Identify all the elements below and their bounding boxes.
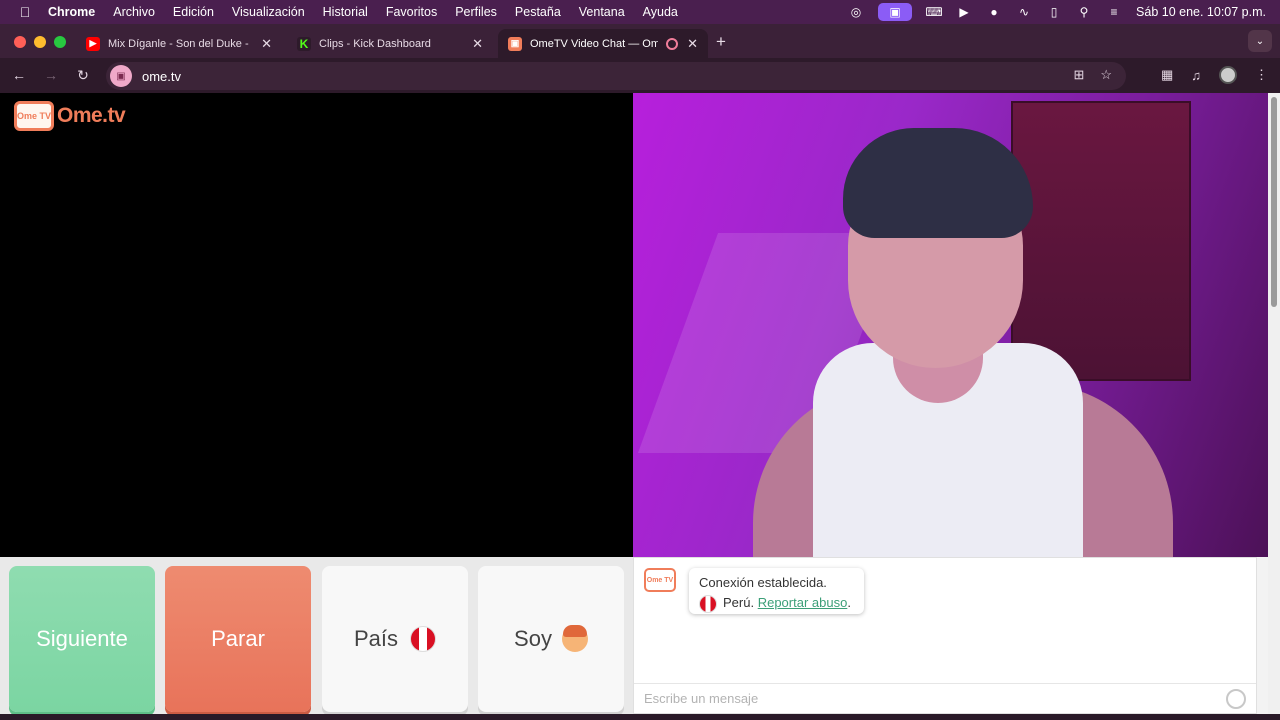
stop-button[interactable]: Parar xyxy=(165,566,311,712)
logo-text: Ome.tv xyxy=(57,104,126,127)
install-app-icon[interactable]: ⊞ xyxy=(1073,67,1084,83)
partner-country: Perú. xyxy=(723,595,755,610)
kick-icon: K xyxy=(297,36,311,51)
profile-avatar[interactable] xyxy=(1219,66,1237,84)
address-bar[interactable]: ▣ ome.tv ⊞ ☆ xyxy=(106,62,1126,90)
menu-app-chrome[interactable]: Chrome xyxy=(48,5,95,19)
gender-select-button[interactable]: Soy xyxy=(478,566,624,712)
menu-ventana[interactable]: Ventana xyxy=(579,5,625,19)
close-window-button[interactable] xyxy=(14,36,26,48)
system-message: Conexión establecida. Perú. Reportar abu… xyxy=(689,568,864,614)
close-tab-icon[interactable]: ✕ xyxy=(472,36,483,52)
tab-youtube-mix[interactable]: ▶ Mix Díganle - Son del Duke - ✕ xyxy=(76,29,282,58)
self-camera-video xyxy=(633,93,1268,557)
battery-icon[interactable]: ▯ xyxy=(1046,5,1062,19)
background-door xyxy=(1011,101,1191,381)
menu-historial[interactable]: Historial xyxy=(323,5,368,19)
chat-panel: Ome TV Conexión establecida. Perú. Repor… xyxy=(633,557,1257,714)
search-icon[interactable]: ⚲ xyxy=(1076,5,1092,19)
menu-ayuda[interactable]: Ayuda xyxy=(643,5,678,19)
next-button-label: Siguiente xyxy=(36,626,128,651)
tab-search-button[interactable]: ⌄ xyxy=(1248,30,1272,52)
ometv-chat-logo-icon: Ome TV xyxy=(644,568,676,592)
ometv-icon: ▣ xyxy=(508,36,522,51)
country-filter-button[interactable]: País xyxy=(322,566,468,712)
menu-favoritos[interactable]: Favoritos xyxy=(386,5,437,19)
menu-pestana[interactable]: Pestaña xyxy=(515,5,561,19)
macos-menu-bar:  Chrome Archivo Edición Visualización H… xyxy=(0,0,1280,24)
country-button-label: País xyxy=(353,626,399,651)
boy-emoji-icon xyxy=(561,625,588,652)
youtube-icon: ▶ xyxy=(86,36,100,51)
ometv-logo[interactable]: Ome TV Ome.tv xyxy=(14,101,126,131)
peru-flag-icon xyxy=(410,626,437,652)
extensions-icon[interactable]: ▦ xyxy=(1161,67,1173,83)
tab-strip: ▶ Mix Díganle - Son del Duke - ✕ K Clips… xyxy=(0,24,1280,58)
tab-title: OmeTV Video Chat — Om xyxy=(530,37,658,50)
menu-bar-status: ◎ ▣ ⌨ ▶ ● ∿ ▯ ⚲ ≡ Sáb 10 ene. 10:07 p.m. xyxy=(848,0,1266,24)
chat-controls: Siguiente Parar País Soy xyxy=(0,557,633,720)
user-icon[interactable]: ● xyxy=(986,5,1002,19)
site-info-icon[interactable]: ▣ xyxy=(110,65,132,87)
apple-icon[interactable]:  xyxy=(16,4,34,20)
menu-archivo[interactable]: Archivo xyxy=(113,5,155,19)
close-tab-icon[interactable]: ✕ xyxy=(261,36,272,52)
forward-button[interactable]: → xyxy=(42,67,60,83)
more-menu-icon[interactable]: ⋮ xyxy=(1255,67,1268,83)
scrollbar-thumb[interactable] xyxy=(1271,97,1277,307)
back-button[interactable]: ← xyxy=(10,67,28,83)
peru-flag-icon xyxy=(699,594,717,613)
gender-button-label: Soy xyxy=(514,626,552,651)
page-scrollbar[interactable] xyxy=(1268,93,1280,720)
window-bottom-edge xyxy=(0,714,1280,720)
tab-title: Mix Díganle - Son del Duke - xyxy=(108,37,249,50)
window-controls xyxy=(14,36,66,48)
recording-indicator-icon xyxy=(666,37,678,50)
tab-title: Clips - Kick Dashboard xyxy=(319,37,431,50)
bookmark-star-icon[interactable]: ☆ xyxy=(1100,67,1112,83)
palette-icon[interactable]: ◎ xyxy=(848,5,864,19)
keyboard-icon[interactable]: ⌨ xyxy=(925,5,942,19)
screen-record-icon[interactable]: ▣ xyxy=(878,3,913,21)
reload-button[interactable]: ↻ xyxy=(74,67,92,84)
zoom-window-button[interactable] xyxy=(54,36,66,48)
play-icon[interactable]: ▶ xyxy=(956,5,972,19)
menu-perfiles[interactable]: Perfiles xyxy=(455,5,497,19)
stop-button-label: Parar xyxy=(211,626,265,651)
person-cap xyxy=(843,128,1033,238)
browser-toolbar: ← → ↻ ▣ ome.tv ⊞ ☆ ▦ ♫ ⋮ xyxy=(0,58,1280,93)
report-abuse-link[interactable]: Reportar abuso xyxy=(758,595,848,610)
report-suffix: . xyxy=(847,595,851,610)
menu-visualizacion[interactable]: Visualización xyxy=(232,5,305,19)
emoji-picker-icon[interactable] xyxy=(1226,689,1246,709)
partner-country-line: Perú. Reportar abuso. xyxy=(699,593,854,613)
new-tab-button[interactable]: + xyxy=(716,32,726,52)
connection-status: Conexión establecida. xyxy=(699,575,827,590)
close-tab-icon[interactable]: ✕ xyxy=(687,36,698,52)
wifi-icon[interactable]: ∿ xyxy=(1016,5,1032,19)
minimize-window-button[interactable] xyxy=(34,36,46,48)
message-placeholder: Escribe un mensaje xyxy=(644,691,759,706)
control-center-icon[interactable]: ≡ xyxy=(1106,5,1122,19)
message-input[interactable]: Escribe un mensaje xyxy=(634,683,1256,713)
url-text[interactable]: ome.tv xyxy=(142,69,181,84)
tab-kick-clips[interactable]: K Clips - Kick Dashboard ✕ xyxy=(287,29,493,58)
tv-logo-icon: Ome TV xyxy=(14,101,54,131)
menu-edicion[interactable]: Edición xyxy=(173,5,214,19)
stranger-video: Ome TV Ome.tv xyxy=(0,93,633,557)
menu-bar-datetime[interactable]: Sáb 10 ene. 10:07 p.m. xyxy=(1136,5,1266,19)
media-controls-icon[interactable]: ♫ xyxy=(1191,68,1201,83)
ometv-page: Ome TV Ome.tv Siguiente Parar País Soy O… xyxy=(0,93,1280,720)
next-button[interactable]: Siguiente xyxy=(9,566,155,712)
tab-ometv[interactable]: ▣ OmeTV Video Chat — Om ✕ xyxy=(498,29,708,58)
